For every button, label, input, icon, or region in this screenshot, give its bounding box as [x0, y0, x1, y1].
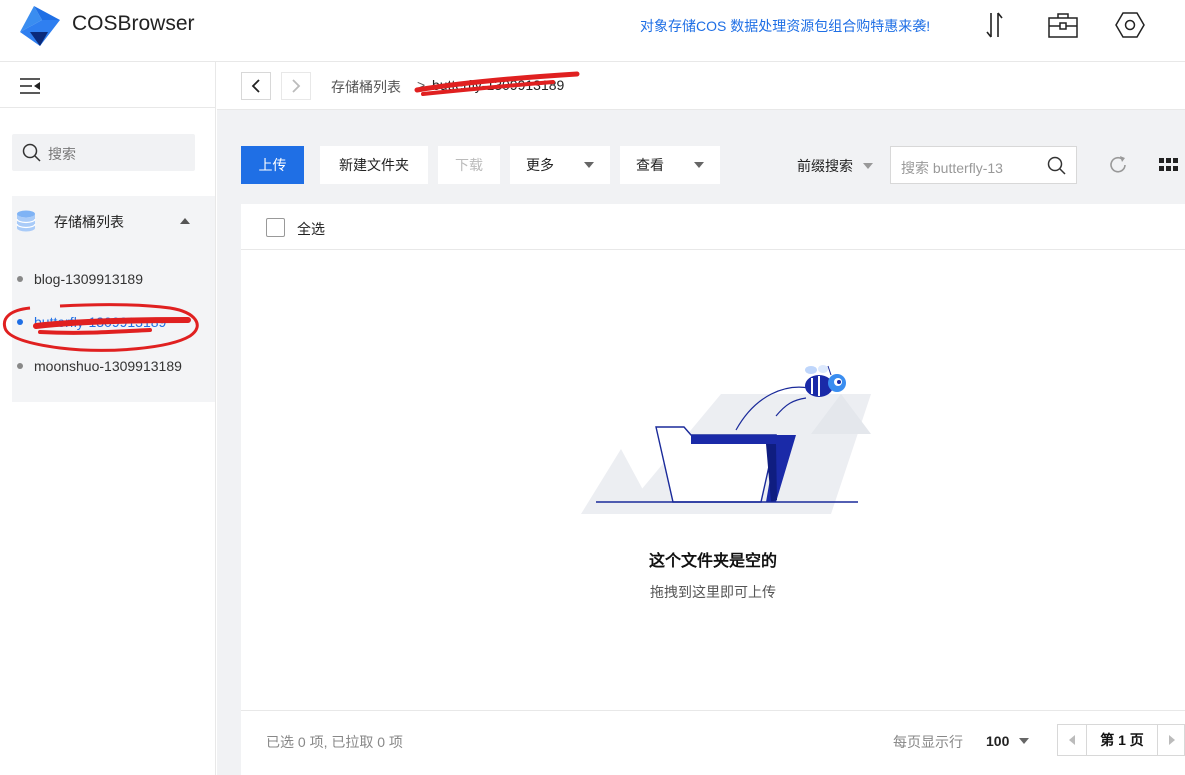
per-page-label: 每页显示行 [893, 734, 963, 750]
select-all-row: 全选 [241, 204, 1185, 250]
bucket-list-panel: 存储桶列表 blog-1309913189 butterfly-13099131… [12, 196, 215, 402]
more-dropdown[interactable]: 更多 [510, 146, 610, 184]
collapse-sidebar-icon[interactable] [18, 76, 44, 96]
bucket-name: moonshuo-1309913189 [34, 358, 182, 374]
back-button[interactable] [241, 72, 271, 100]
bucket-dot [17, 276, 23, 282]
search-icon [22, 143, 41, 162]
next-page-icon[interactable] [1168, 734, 1176, 746]
select-all-label: 全选 [297, 221, 325, 237]
chevron-right-icon [292, 79, 301, 93]
view-label: 查看 [636, 157, 664, 173]
collapse-arrow-icon[interactable] [180, 218, 190, 224]
bucket-list-header[interactable]: 存储桶列表 [12, 196, 215, 246]
list-footer: 已选 0 项, 已拉取 0 项 每页显示行 100 第 1 页 [241, 710, 1185, 769]
transfer-icon[interactable] [979, 9, 1011, 41]
chevron-down-icon [863, 163, 873, 169]
search-mode-label: 前缀搜索 [797, 158, 853, 174]
bucket-item-blog[interactable]: blog-1309913189 [12, 265, 215, 295]
grid-view-icon[interactable] [1159, 158, 1179, 172]
bucket-item-moonshuo[interactable]: moonshuo-1309913189 [12, 352, 215, 382]
settings-icon[interactable] [1114, 9, 1146, 41]
chevron-down-icon [584, 162, 594, 168]
per-page-value: 100 [986, 733, 1010, 749]
search-icon[interactable] [1047, 156, 1067, 176]
sidebar-collapse-row [0, 62, 215, 108]
refresh-icon[interactable] [1107, 154, 1129, 176]
chevron-down-icon [694, 162, 704, 168]
main-area: 上传 新建文件夹 下载 更多 查看 前缀搜索 搜索 butterfly-13 全… [217, 110, 1185, 775]
sidebar-search-placeholder: 搜索 [48, 146, 76, 162]
bucket-dot [17, 363, 23, 369]
cos-logo [20, 6, 60, 46]
selection-status: 已选 0 项, 已拉取 0 项 [266, 734, 403, 750]
app-header: COSBrowser 对象存储COS 数据处理资源包组合购特惠来袭! [0, 0, 1185, 62]
download-button[interactable]: 下载 [438, 146, 500, 184]
search-mode-dropdown[interactable]: 前缀搜索 [797, 156, 873, 176]
breadcrumb: 存储桶列表 > butterfly-1309913189 [217, 62, 1185, 110]
empty-state-title: 这个文件夹是空的 [648, 553, 777, 570]
current-page[interactable]: 第 1 页 [1086, 725, 1158, 755]
bucket-name: butterfly-1309913189 [34, 314, 167, 330]
bucket-list-label: 存储桶列表 [54, 214, 124, 230]
view-dropdown[interactable]: 查看 [620, 146, 720, 184]
bucket-name: blog-1309913189 [34, 271, 143, 287]
empty-folder-illustration [581, 365, 871, 514]
pagination: 第 1 页 [1057, 724, 1185, 756]
select-all-checkbox[interactable] [266, 218, 285, 237]
sidebar-search-input[interactable]: 搜索 [12, 134, 195, 171]
promo-link[interactable]: 对象存储COS 数据处理资源包组合购特惠来袭! [640, 16, 930, 36]
bucket-item-butterfly[interactable]: butterfly-1309913189 [12, 308, 215, 338]
bucket-dot [17, 319, 23, 325]
bee-icon [805, 365, 846, 397]
app-title: COSBrowser [72, 12, 195, 35]
breadcrumb-separator: > [417, 77, 426, 93]
more-label: 更多 [526, 157, 554, 173]
per-page-select[interactable]: 100 [986, 732, 1030, 750]
new-folder-button[interactable]: 新建文件夹 [320, 146, 428, 184]
forward-button[interactable] [281, 72, 311, 100]
chevron-left-icon [251, 79, 260, 93]
breadcrumb-root[interactable]: 存储桶列表 [331, 77, 401, 97]
object-search-placeholder: 搜索 butterfly-13 [901, 160, 1003, 176]
toolbox-icon[interactable] [1047, 9, 1079, 41]
object-search-input[interactable]: 搜索 butterfly-13 [890, 146, 1077, 184]
database-icon [16, 210, 36, 232]
empty-state-subtitle: 拖拽到这里即可上传 [650, 584, 776, 600]
prev-page-icon[interactable] [1068, 734, 1076, 746]
upload-button[interactable]: 上传 [241, 146, 304, 184]
sidebar: 搜索 存储桶列表 blog-1309913189 butterfly-13099… [0, 62, 216, 775]
file-list-panel: 全选 这个文件夹是空的 拖拽到这里即可上传 已选 0 项, 已拉取 0 项 每页… [241, 204, 1185, 775]
breadcrumb-current: butterfly-1309913189 [432, 77, 565, 93]
chevron-down-icon [1019, 738, 1030, 744]
